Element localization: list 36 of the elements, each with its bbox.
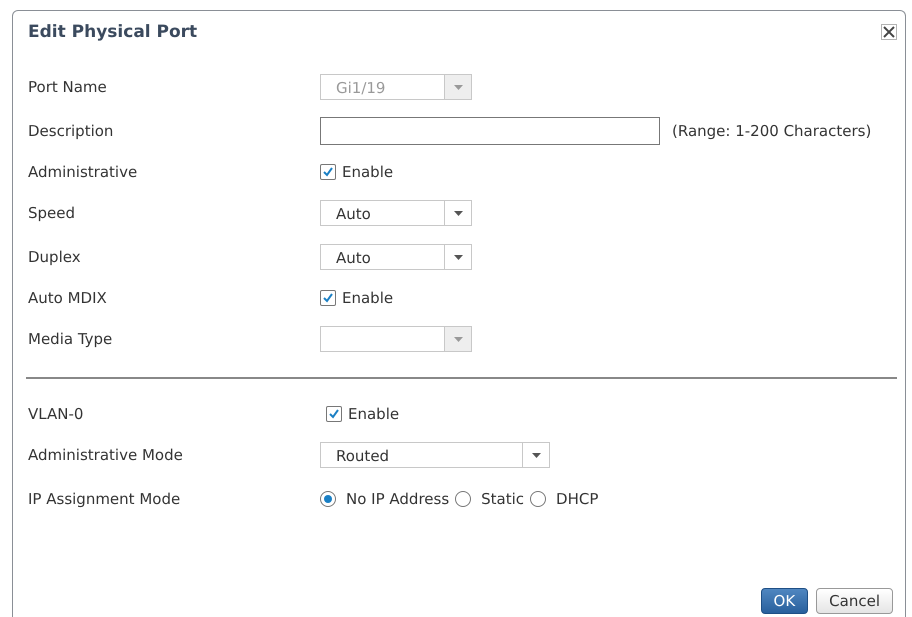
field-label: Media Type bbox=[28, 330, 114, 348]
caret-icon bbox=[454, 84, 462, 90]
input-field[interactable] bbox=[320, 117, 660, 145]
range-hint: (Range: 1-200 Characters) bbox=[672, 122, 872, 140]
ok-button[interactable]: OK bbox=[760, 588, 808, 614]
field-label: Speed bbox=[28, 204, 76, 222]
checkbox-label: Enable bbox=[342, 163, 394, 181]
field-label: Duplex bbox=[28, 248, 82, 266]
caret-icon bbox=[532, 452, 540, 458]
field-label: VLAN-0 bbox=[28, 405, 84, 423]
field-label: Port Name bbox=[28, 78, 108, 96]
radio-button[interactable] bbox=[455, 491, 472, 507]
dropdown[interactable]: Routed bbox=[320, 442, 550, 468]
checkbox-label: Enable bbox=[342, 289, 394, 307]
dropdown[interactable]: Auto bbox=[320, 200, 472, 226]
close-icon[interactable] bbox=[881, 24, 897, 40]
checkbox-label: Enable bbox=[348, 405, 400, 423]
checkbox[interactable] bbox=[320, 164, 336, 180]
field-label: Administrative Mode bbox=[28, 446, 184, 464]
radio-label: DHCP bbox=[556, 490, 598, 508]
radio-label: No IP Address bbox=[346, 490, 450, 508]
caret-icon bbox=[454, 336, 462, 342]
cancel-button[interactable]: Cancel bbox=[816, 588, 893, 614]
dropdown[interactable]: Auto bbox=[320, 244, 472, 270]
radio-label: Static bbox=[481, 490, 524, 508]
caret-icon bbox=[454, 254, 462, 260]
field-label: IP Assignment Mode bbox=[28, 490, 182, 508]
caret-icon bbox=[454, 210, 462, 216]
checkbox[interactable] bbox=[326, 406, 342, 422]
checkbox[interactable] bbox=[320, 290, 336, 306]
field-label: Administrative bbox=[28, 163, 138, 181]
field-label: Auto MDIX bbox=[28, 289, 108, 307]
field-label: Description bbox=[28, 122, 114, 140]
radio-button[interactable] bbox=[530, 491, 546, 507]
dialog-title: Edit Physical Port bbox=[28, 22, 198, 42]
radio-button[interactable] bbox=[320, 491, 336, 507]
